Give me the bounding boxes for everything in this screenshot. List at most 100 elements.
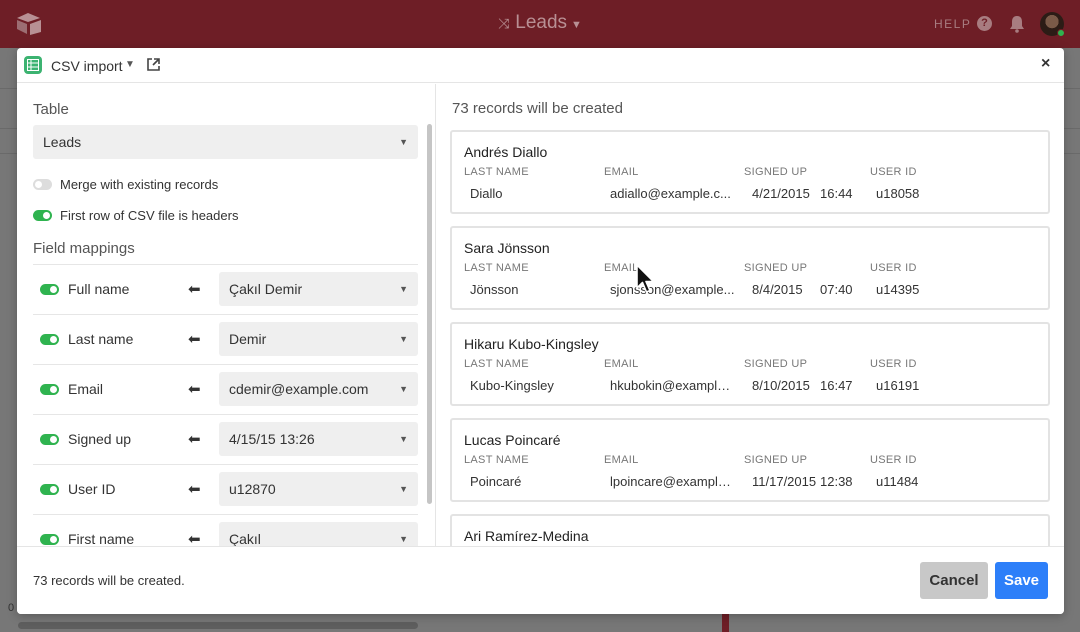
signed-up-time: 12:38	[820, 474, 853, 489]
mapping-toggle[interactable]	[40, 284, 59, 295]
column-select-value: Çakıl	[229, 531, 261, 546]
save-button[interactable]: Save	[995, 562, 1048, 599]
record-card: Andrés Diallo LAST NAME EMAIL SIGNED UP …	[450, 130, 1050, 214]
last-name-value: Kubo-Kingsley	[470, 378, 554, 393]
column-select[interactable]: Çakıl Demir ▼	[219, 272, 418, 306]
csv-import-modal: CSV import ▼ × Table Leads ▼ Merge with …	[17, 48, 1064, 614]
row-number: 0	[8, 602, 15, 614]
table-section-title: Table	[33, 101, 69, 118]
column-select[interactable]: Çakıl ▼	[219, 522, 418, 546]
base-title[interactable]: ⤨ Leads ▼	[0, 12, 1080, 34]
last-name-value: Diallo	[470, 186, 503, 201]
mapping-row: Signed up ⬅ 4/15/15 13:26 ▼	[33, 414, 418, 464]
cancel-button[interactable]: Cancel	[920, 562, 988, 599]
column-label: SIGNED UP	[744, 358, 808, 370]
column-label: SIGNED UP	[744, 166, 808, 178]
signed-up-time: 16:47	[820, 378, 853, 393]
column-select-value: Demir	[229, 331, 267, 347]
signed-up-date: 4/21/2015	[752, 186, 810, 201]
chevron-down-icon: ▼	[399, 284, 408, 294]
background-scrollbar[interactable]	[18, 622, 418, 629]
mouse-cursor-icon	[636, 264, 655, 293]
mapping-toggle[interactable]	[40, 484, 59, 495]
modal-header: CSV import ▼ ×	[17, 48, 1064, 83]
table-select[interactable]: Leads ▼	[33, 125, 418, 159]
mapping-toggle[interactable]	[40, 534, 59, 545]
column-select[interactable]: Demir ▼	[219, 322, 418, 356]
chevron-down-icon: ▼	[571, 19, 582, 31]
left-scrollbar[interactable]	[427, 124, 432, 504]
arrow-left-icon: ⬅	[188, 531, 201, 546]
record-name: Hikaru Kubo-Kingsley	[464, 336, 599, 352]
arrow-left-icon: ⬅	[188, 381, 201, 398]
chevron-down-icon: ▼	[399, 334, 408, 344]
user-id-value: u16191	[876, 378, 920, 393]
help-link[interactable]: HELP	[934, 17, 971, 31]
shuffle-icon: ⤨	[498, 15, 510, 31]
record-name: Ari Ramírez-Medina	[464, 528, 589, 544]
merge-toggle[interactable]	[33, 179, 52, 190]
arrow-left-icon: ⬅	[188, 331, 201, 348]
column-select-value: cdemir@example.com	[229, 381, 369, 397]
chevron-down-icon: ▼	[399, 484, 408, 494]
column-label: USER ID	[870, 454, 917, 466]
mapping-row: Full name ⬅ Çakıl Demir ▼	[33, 264, 418, 314]
signed-up-date: 8/4/2015	[752, 282, 803, 297]
column-select[interactable]: cdemir@example.com ▼	[219, 372, 418, 406]
field-name: Signed up	[68, 431, 132, 447]
online-status-dot	[1057, 29, 1065, 37]
field-name: Email	[68, 381, 104, 397]
background-marker	[722, 614, 729, 632]
chevron-down-icon: ▼	[399, 434, 408, 444]
headers-label: First row of CSV file is headers	[60, 208, 239, 223]
column-label: USER ID	[870, 166, 917, 178]
chevron-down-icon: ▼	[399, 384, 408, 394]
footer-status: 73 records will be created.	[33, 573, 185, 588]
help-icon[interactable]: ?	[977, 16, 992, 31]
block-name-dropdown[interactable]: CSV import	[51, 58, 123, 74]
close-icon[interactable]: ×	[1041, 56, 1050, 72]
user-id-value: u18058	[876, 186, 920, 201]
email-value: adiallo@example.c...	[610, 186, 731, 201]
table-select-value: Leads	[43, 134, 82, 150]
record-name: Andrés Diallo	[464, 144, 548, 160]
record-name: Sara Jönsson	[464, 240, 550, 256]
mapping-toggle[interactable]	[40, 434, 59, 445]
column-label: EMAIL	[604, 358, 639, 370]
email-value: sjonsson@example...	[610, 282, 735, 297]
column-select[interactable]: u12870 ▼	[219, 472, 418, 506]
headers-toggle[interactable]	[33, 210, 52, 221]
column-label: LAST NAME	[464, 262, 529, 274]
arrow-left-icon: ⬅	[188, 481, 201, 498]
column-label: EMAIL	[604, 454, 639, 466]
arrow-left-icon: ⬅	[188, 431, 201, 448]
column-label: SIGNED UP	[744, 262, 808, 274]
column-label: LAST NAME	[464, 166, 529, 178]
field-name: Full name	[68, 281, 130, 297]
bell-icon[interactable]	[1009, 15, 1025, 33]
records-preview-pane: 73 records will be created Andrés Diallo…	[436, 84, 1064, 546]
record-card: Hikaru Kubo-Kingsley LAST NAME EMAIL SIG…	[450, 322, 1050, 406]
field-name: First name	[68, 531, 135, 546]
mapping-toggle[interactable]	[40, 384, 59, 395]
chevron-down-icon: ▼	[399, 534, 408, 544]
arrow-left-icon: ⬅	[188, 281, 201, 298]
modal-footer: 73 records will be created. Cancel Save	[17, 546, 1064, 614]
user-id-value: u11484	[876, 474, 919, 489]
column-label: LAST NAME	[464, 358, 529, 370]
chevron-down-icon[interactable]: ▼	[125, 59, 135, 70]
column-label: LAST NAME	[464, 454, 529, 466]
merge-label: Merge with existing records	[60, 177, 219, 192]
signed-up-date: 11/17/2015	[752, 474, 817, 489]
mapping-toggle[interactable]	[40, 334, 59, 345]
column-select-value: Çakıl Demir	[229, 281, 303, 297]
column-select-value: u12870	[229, 481, 276, 497]
field-name: Last name	[68, 331, 134, 347]
external-link-icon[interactable]	[147, 58, 160, 71]
records-title: 73 records will be created	[452, 100, 623, 117]
column-select[interactable]: 4/15/15 13:26 ▼	[219, 422, 418, 456]
email-value: hkubokin@example...	[610, 378, 735, 393]
column-label: EMAIL	[604, 166, 639, 178]
signed-up-date: 8/10/2015	[752, 378, 810, 393]
column-label: USER ID	[870, 358, 917, 370]
